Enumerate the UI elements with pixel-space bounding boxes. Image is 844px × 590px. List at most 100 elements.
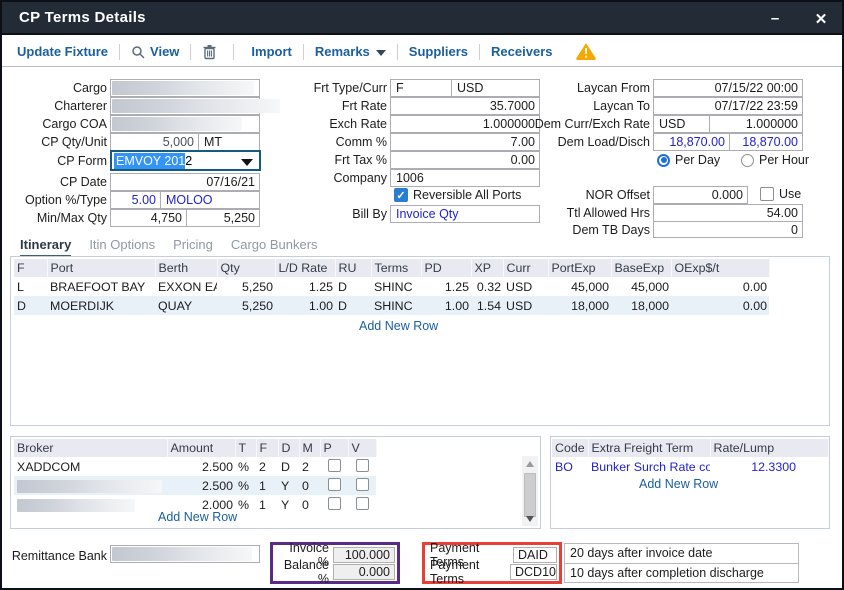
tab-cargo-bunkers[interactable]: Cargo Bunkers xyxy=(231,237,318,258)
broker-p-checkbox[interactable] xyxy=(328,459,341,472)
payment-terms-code[interactable]: DCD10 xyxy=(510,564,557,580)
broker-vertical-scrollbar[interactable] xyxy=(522,456,538,526)
broker-v-checkbox[interactable] xyxy=(356,478,369,491)
scroll-up-arrow-icon[interactable] xyxy=(522,456,538,471)
laycan-to-field[interactable]: 07/17/22 23:59 xyxy=(653,97,803,115)
cp-date-field[interactable]: 07/16/21 xyxy=(110,173,260,191)
option-pct-type-field[interactable]: 5.00 MOLOO xyxy=(110,191,260,209)
laycan-from-field[interactable]: 07/15/22 00:00 xyxy=(653,79,803,97)
payment-terms-label: Payment Terms xyxy=(427,558,510,586)
payment-terms-row: Payment Terms DCD10 xyxy=(427,563,557,580)
close-button[interactable]: ✕ xyxy=(804,2,838,35)
toolbar-separator xyxy=(190,44,191,60)
dem-curr-value[interactable]: USD xyxy=(654,116,709,132)
min-qty-value[interactable]: 4,750 xyxy=(111,210,186,226)
itinerary-panel: FPort BerthQty L/D RateRU TermsPD XPCurr… xyxy=(10,256,830,426)
cargo-label: Cargo xyxy=(2,79,107,97)
dem-curr-exch-label: Dem Curr/Exch Rate xyxy=(502,115,650,133)
broker-row[interactable]: XADDCOM2.500 %2 D2 xyxy=(14,457,376,476)
broker-v-checkbox[interactable] xyxy=(356,497,369,510)
toolbar-separator xyxy=(397,44,398,60)
minimize-button[interactable]: – xyxy=(758,2,792,35)
broker-p-checkbox[interactable] xyxy=(328,497,341,510)
dialog-title: CP Terms Details xyxy=(2,9,146,26)
cp-qty-unit-label: CP Qty/Unit xyxy=(2,133,107,151)
magnifier-icon xyxy=(131,45,145,59)
broker-add-new-row-link[interactable]: Add New Row xyxy=(158,510,237,524)
dem-load-value[interactable]: 18,870.00 xyxy=(654,134,729,150)
ttl-allowed-hrs-field[interactable]: 54.00 xyxy=(653,204,803,222)
dem-load-disch-field[interactable]: 18,870.00 18,870.00 xyxy=(653,133,803,151)
suppliers-button[interactable]: Suppliers xyxy=(409,44,468,59)
dem-tb-days-field[interactable]: 0 xyxy=(653,221,803,238)
min-max-qty-field[interactable]: 4,750 5,250 xyxy=(110,209,260,227)
cargo-coa-redacted-value xyxy=(112,117,242,131)
itinerary-row-load[interactable]: LBRAEFOOT BAY EXXON EA5,250 1.25D SHINC1… xyxy=(14,277,769,296)
reversible-all-ports-checkbox[interactable]: ✓ xyxy=(394,188,408,202)
frt-type-value[interactable]: F xyxy=(391,80,451,96)
extra-freight-add-new-row-link[interactable]: Add New Row xyxy=(639,477,718,491)
nor-use-checkbox[interactable] xyxy=(760,187,774,201)
per-day-option[interactable]: Per Day xyxy=(657,153,720,167)
warning-triangle-icon[interactable] xyxy=(575,42,597,61)
import-button[interactable]: Import xyxy=(251,44,291,59)
broker-row[interactable]: 2.500 %1 Y0 xyxy=(14,476,376,495)
payment-terms-code[interactable]: DAID xyxy=(513,547,557,563)
dem-exch-rate-value[interactable]: 1.000000 xyxy=(710,116,802,132)
cp-qty-value[interactable]: 5,000 xyxy=(111,134,198,150)
itinerary-add-new-row-link[interactable]: Add New Row xyxy=(359,319,438,333)
cp-form-label: CP Form xyxy=(2,152,107,170)
nor-offset-field[interactable]: 0.000 xyxy=(653,186,748,204)
update-fixture-button[interactable]: Update Fixture xyxy=(17,44,108,59)
company-field[interactable]: 1006 xyxy=(390,169,540,187)
payment-terms-description: 10 days after completion discharge xyxy=(565,563,798,582)
trash-icon[interactable] xyxy=(202,44,217,60)
cargo-redacted-value xyxy=(112,81,254,95)
extra-freight-row[interactable]: BO Bunker Surch Rate com 12.3300 xyxy=(552,457,828,476)
per-day-radio[interactable] xyxy=(657,154,670,167)
dem-tb-days-label: Dem TB Days xyxy=(502,221,650,239)
per-hour-option[interactable]: Per Hour xyxy=(741,153,809,167)
charterer-label: Charterer xyxy=(2,97,107,115)
cp-qty-unit-field[interactable]: 5,000 MT xyxy=(110,133,260,151)
dem-disch-value[interactable]: 18,870.00 xyxy=(730,134,802,150)
payment-terms-highlight-box: Payment Terms DAID Payment Terms DCD10 xyxy=(422,542,562,584)
cp-date-label: CP Date xyxy=(2,173,107,191)
remittance-bank-label: Remittance Bank xyxy=(2,547,107,565)
laycan-to-label: Laycan To xyxy=(502,97,650,115)
receivers-button[interactable]: Receivers xyxy=(491,44,552,59)
remarks-menu-button[interactable]: Remarks xyxy=(315,44,386,59)
broker-header-row: BrokerAmount TF DM PV xyxy=(14,439,376,457)
tab-itinerary[interactable]: Itinerary xyxy=(20,237,71,258)
balance-pct-row: Balance % 0.000 xyxy=(275,563,395,580)
dem-curr-exch-field[interactable]: USD 1.000000 xyxy=(653,115,803,133)
frt-rate-label: Frt Rate xyxy=(242,97,387,115)
title-bar: CP Terms Details xyxy=(2,2,842,35)
frt-tax-pct-label: Frt Tax % xyxy=(242,151,387,169)
cp-terms-details-dialog: CP Terms Details – ✕ Update Fixture View… xyxy=(0,0,844,590)
option-pct-value[interactable]: 5.00 xyxy=(111,192,160,208)
frt-tax-pct-field[interactable]: 0.00 xyxy=(390,151,540,169)
dem-tb-days-value: 0 xyxy=(654,222,802,237)
itinerary-row-discharge[interactable]: DMOERDIJK QUAY5,250 1.00D SHINC1.00 1.54… xyxy=(14,296,769,315)
nor-offset-value: 0.000 xyxy=(654,187,747,203)
cp-form-combobox[interactable]: EMVOY 2012 xyxy=(110,150,261,171)
tab-itin-options[interactable]: Itin Options xyxy=(89,237,155,258)
invoice-pct-value[interactable]: 100.000 xyxy=(333,547,395,563)
option-pct-type-label: Option %/Type xyxy=(2,191,107,209)
toolbar-separator xyxy=(233,44,234,60)
scroll-down-arrow-icon[interactable] xyxy=(522,511,538,526)
cp-form-rest-text: 2 xyxy=(185,154,192,168)
cp-date-value: 07/16/21 xyxy=(111,174,259,190)
frt-tax-pct-value: 0.00 xyxy=(391,152,539,168)
per-hour-radio[interactable] xyxy=(741,154,754,167)
tab-pricing[interactable]: Pricing xyxy=(173,237,213,258)
broker-v-checkbox[interactable] xyxy=(356,459,369,472)
balance-pct-value[interactable]: 0.000 xyxy=(333,564,395,580)
broker-redacted-name xyxy=(17,499,135,512)
broker-table: BrokerAmount TF DM PV XADDCOM2.500 %2 D2… xyxy=(14,439,377,514)
broker-p-checkbox[interactable] xyxy=(328,478,341,491)
laycan-to-value: 07/17/22 23:59 xyxy=(654,98,802,114)
invoice-balance-highlight-box: Invoice % 100.000 Balance % 0.000 xyxy=(270,542,400,584)
view-button[interactable]: View xyxy=(150,44,179,59)
